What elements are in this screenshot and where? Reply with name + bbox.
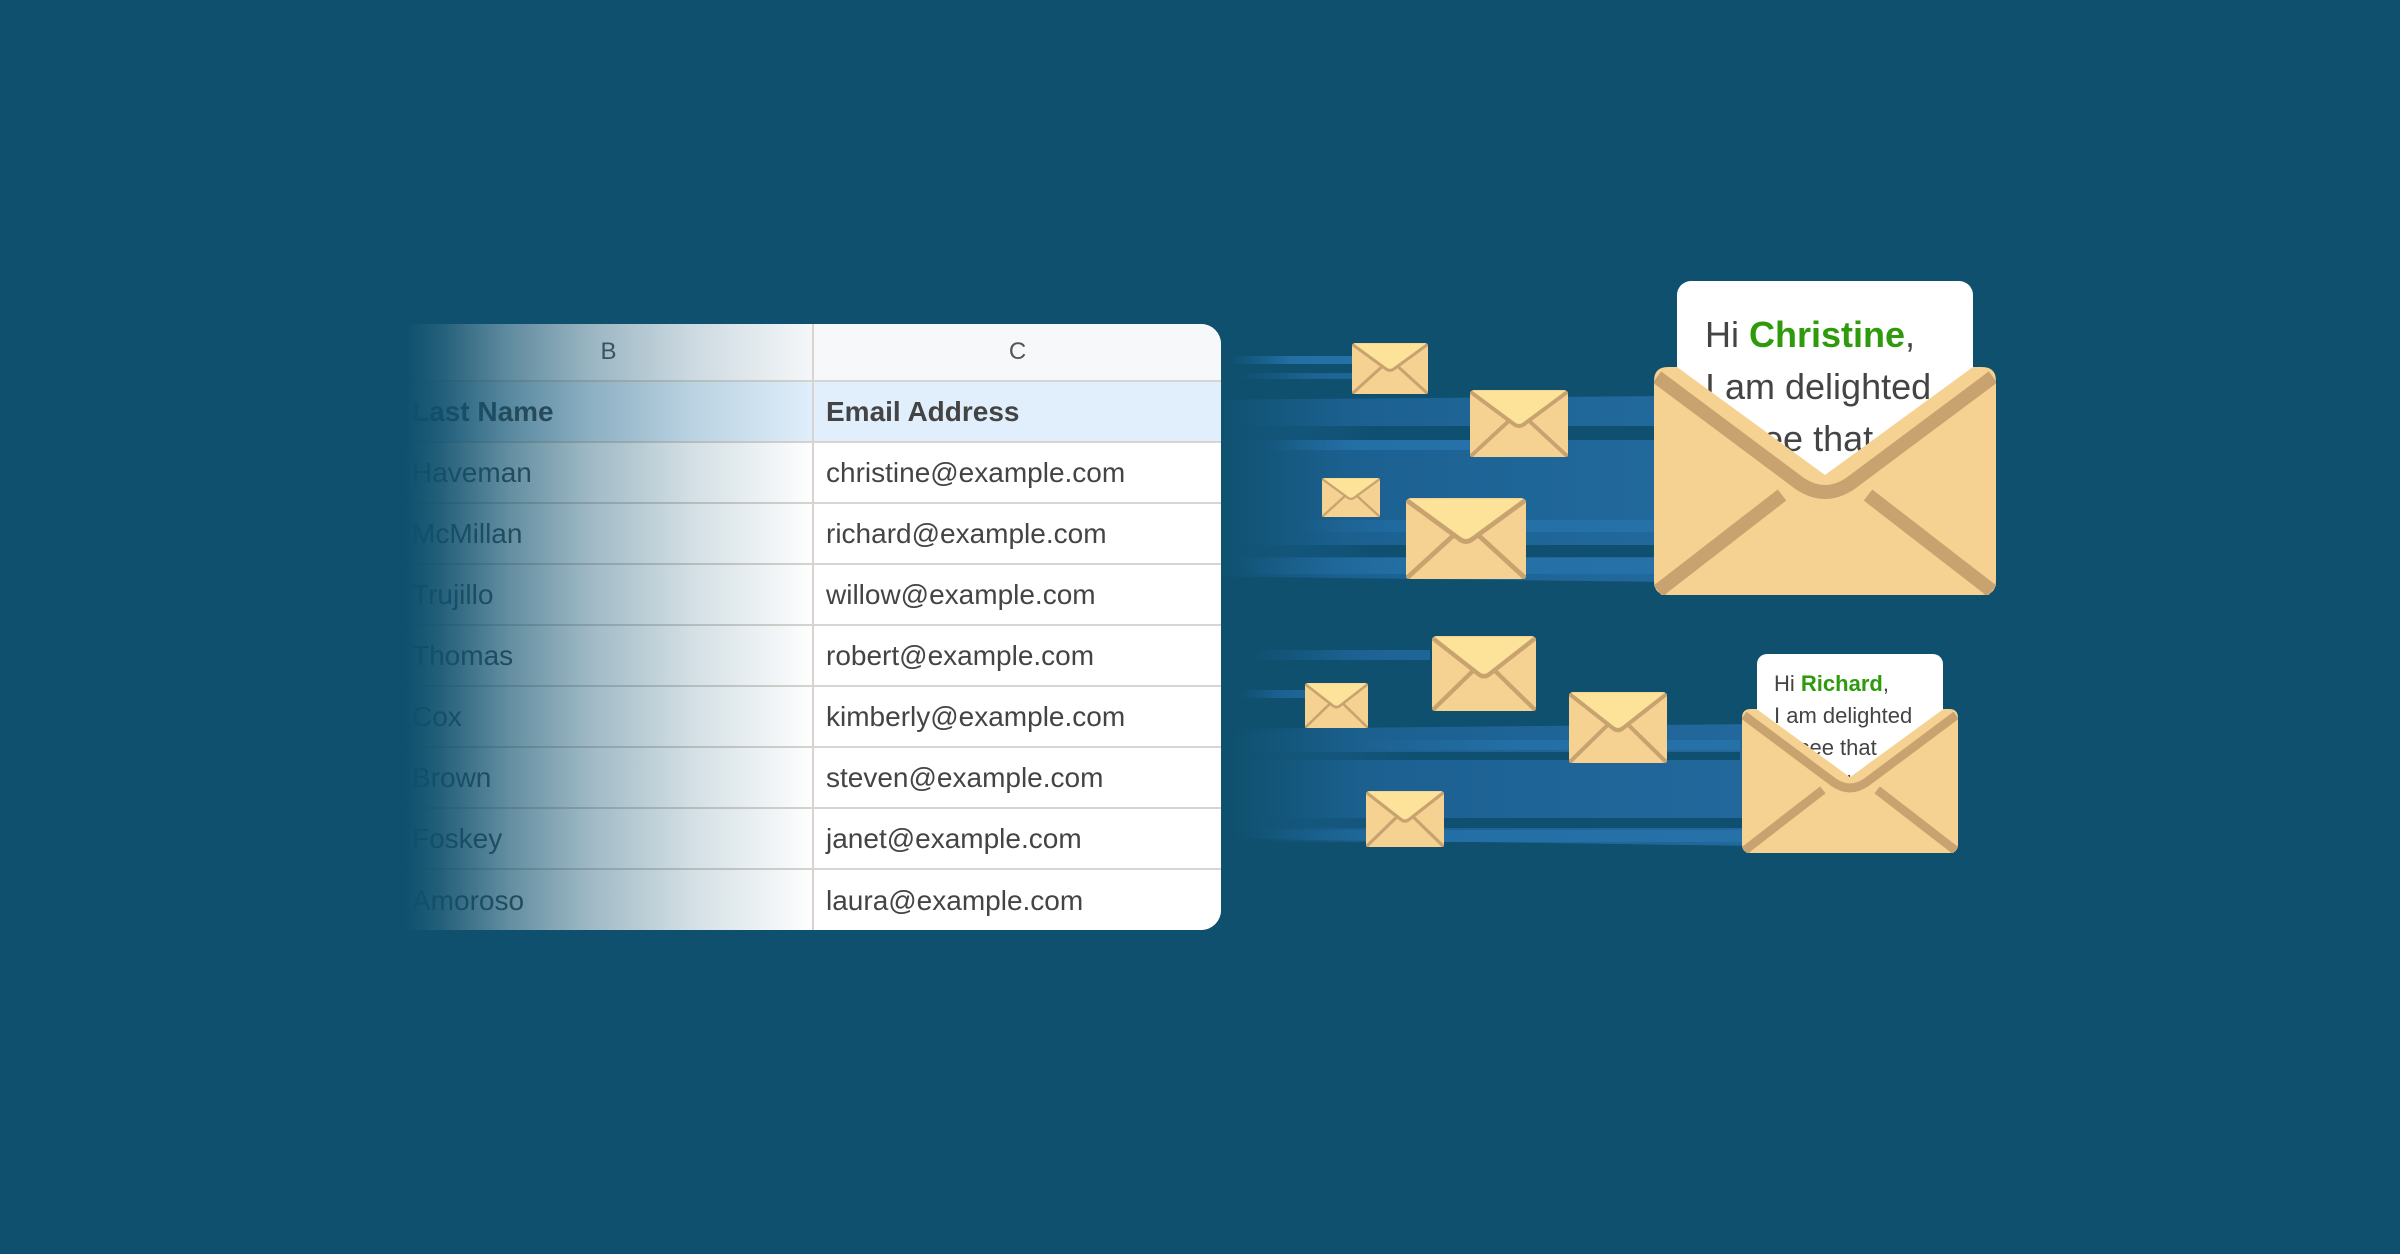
motion-streak: [1240, 690, 1310, 698]
motion-streak: [1250, 650, 1430, 660]
cell-text: Trujillo: [412, 578, 494, 610]
motion-streak: [1270, 440, 1470, 450]
cell-last-name[interactable]: Trujillo: [405, 565, 812, 624]
envelope-icon: [1352, 343, 1428, 394]
envelope-icon: [1569, 692, 1667, 763]
cell-email[interactable]: janet@example.com: [812, 809, 1221, 868]
envelope-icon: [1432, 636, 1536, 711]
envelope-icon: [1305, 683, 1368, 728]
motion-streak: [1240, 373, 1360, 379]
table-row: Cox kimberly@example.com: [405, 687, 1221, 748]
cell-text: Amoroso: [412, 884, 525, 916]
envelope-icon: [1366, 791, 1444, 847]
column-header-label: B: [600, 338, 617, 365]
cell-last-name[interactable]: Brown: [405, 748, 812, 807]
column-header-label: C: [1008, 338, 1027, 365]
motion-streak: [1230, 356, 1370, 364]
table-row: Amoroso laura@example.com: [405, 870, 1221, 930]
table-row: McMillan richard@example.com: [405, 504, 1221, 565]
envelope-icon: [1406, 498, 1526, 579]
open-envelope-icon: [1654, 367, 1996, 595]
cell-email-header[interactable]: Email Address: [812, 382, 1221, 441]
cell-text: Haveman: [412, 456, 532, 488]
cell-text: Foskey: [412, 822, 503, 854]
field-header-row: Last Name Email Address: [405, 382, 1221, 443]
cell-text: robert@example.com: [826, 639, 1095, 671]
cell-last-name[interactable]: Thomas: [405, 626, 812, 685]
motion-streak: [1260, 830, 1750, 842]
cell-last-name[interactable]: Amoroso: [405, 870, 812, 930]
cell-text: McMillan: [412, 517, 523, 549]
cell-email[interactable]: richard@example.com: [812, 504, 1221, 563]
cell-email[interactable]: kimberly@example.com: [812, 687, 1221, 746]
cell-email[interactable]: christine@example.com: [812, 443, 1221, 502]
cell-last-name[interactable]: Foskey: [405, 809, 812, 868]
cell-text: laura@example.com: [826, 884, 1084, 916]
cell-last-name[interactable]: McMillan: [405, 504, 812, 563]
spreadsheet-table: B C Last Name Email Address Haveman chri…: [405, 324, 1221, 930]
table-row: Thomas robert@example.com: [405, 626, 1221, 687]
table-row: Foskey janet@example.com: [405, 809, 1221, 870]
recipient-name: Richard: [1800, 671, 1883, 696]
letter-greeting: Hi Christine,: [1705, 309, 1973, 361]
cell-email[interactable]: laura@example.com: [812, 870, 1221, 930]
greeting-text: Hi: [1705, 314, 1739, 355]
cell-text: willow@example.com: [826, 578, 1096, 610]
envelope-icon: [1470, 390, 1568, 457]
cell-last-name-header[interactable]: Last Name: [405, 382, 812, 441]
cell-last-name[interactable]: Haveman: [405, 443, 812, 502]
column-header-b[interactable]: B: [405, 324, 812, 380]
cell-email[interactable]: willow@example.com: [812, 565, 1221, 624]
cell-last-name[interactable]: Cox: [405, 687, 812, 746]
table-row: Trujillo willow@example.com: [405, 565, 1221, 626]
cell-text: Brown: [412, 761, 492, 793]
cell-text: janet@example.com: [826, 822, 1082, 854]
column-header-c[interactable]: C: [812, 324, 1221, 380]
column-header-row: B C: [405, 324, 1221, 382]
cell-text: richard@example.com: [826, 517, 1107, 549]
cell-email[interactable]: robert@example.com: [812, 626, 1221, 685]
cell-text: Cox: [412, 700, 462, 732]
motion-streak: [1250, 818, 1750, 828]
table-row: Brown steven@example.com: [405, 748, 1221, 809]
cell-text: christine@example.com: [826, 456, 1126, 488]
greeting-punctuation: ,: [1905, 314, 1916, 355]
envelope-icon: [1322, 478, 1380, 517]
recipient-name: Christine: [1749, 314, 1906, 355]
greeting-punctuation: ,: [1882, 671, 1889, 696]
cell-text: Last Name: [412, 395, 554, 427]
letter-greeting: Hi Richard,: [1774, 668, 1943, 700]
cell-text: steven@example.com: [826, 761, 1104, 793]
cell-text: Thomas: [412, 639, 514, 671]
cell-email[interactable]: steven@example.com: [812, 748, 1221, 807]
greeting-text: Hi: [1774, 671, 1795, 696]
motion-streak: [1220, 426, 1660, 440]
table-row: Haveman christine@example.com: [405, 443, 1221, 504]
motion-streak: [1360, 740, 1740, 750]
open-envelope-icon: [1742, 709, 1958, 853]
cell-text: Email Address: [826, 395, 1020, 427]
cell-text: kimberly@example.com: [826, 700, 1126, 732]
